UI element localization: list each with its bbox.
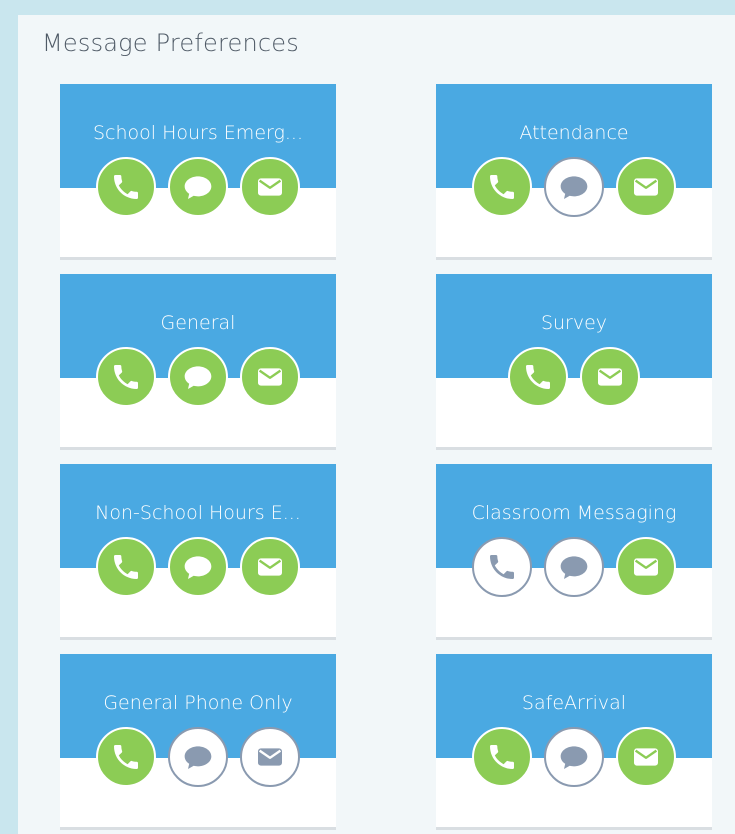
preference-card: SafeArrival [436, 654, 712, 830]
email-toggle-button[interactable] [616, 537, 676, 597]
envelope-icon [630, 551, 662, 583]
sms-toggle-button[interactable] [168, 347, 228, 407]
message-preferences-panel: Message Preferences School Hours Emerg..… [18, 15, 735, 834]
channel-toggles [436, 537, 712, 597]
channel-toggles [436, 157, 712, 217]
envelope-icon [594, 361, 626, 393]
sms-toggle-button[interactable] [544, 537, 604, 597]
sms-toggle-button[interactable] [544, 727, 604, 787]
envelope-icon [254, 741, 286, 773]
sms-toggle-button[interactable] [544, 157, 604, 217]
channel-toggles [60, 157, 336, 217]
chat-bubble-icon [182, 741, 214, 773]
phone-icon [110, 361, 142, 393]
email-toggle-button[interactable] [616, 157, 676, 217]
chat-bubble-icon [558, 171, 590, 203]
envelope-icon [254, 171, 286, 203]
phone-toggle-button[interactable] [472, 727, 532, 787]
channel-toggles [60, 727, 336, 787]
channel-toggles [436, 347, 712, 407]
chat-bubble-icon [182, 171, 214, 203]
card-title: Attendance [519, 122, 629, 144]
phone-icon [110, 551, 142, 583]
phone-icon [486, 741, 518, 773]
sms-toggle-button[interactable] [168, 727, 228, 787]
card-title: Non-School Hours E... [95, 502, 301, 524]
phone-toggle-button[interactable] [508, 347, 568, 407]
phone-icon [522, 361, 554, 393]
card-title: Classroom Messaging [471, 502, 677, 524]
preference-card: Non-School Hours E... [60, 464, 336, 640]
preference-card: School Hours Emerg... [60, 84, 336, 260]
phone-icon [110, 741, 142, 773]
preference-card: General [60, 274, 336, 450]
envelope-icon [254, 361, 286, 393]
phone-toggle-button[interactable] [96, 537, 156, 597]
chat-bubble-icon [182, 551, 214, 583]
email-toggle-button[interactable] [240, 157, 300, 217]
sms-toggle-button[interactable] [168, 157, 228, 217]
chat-bubble-icon [558, 551, 590, 583]
phone-icon [486, 551, 518, 583]
email-toggle-button[interactable] [616, 727, 676, 787]
envelope-icon [254, 551, 286, 583]
phone-toggle-button[interactable] [96, 347, 156, 407]
preference-card: Classroom Messaging [436, 464, 712, 640]
envelope-icon [630, 171, 662, 203]
channel-toggles [60, 347, 336, 407]
channel-toggles [436, 727, 712, 787]
card-title: SafeArrival [521, 692, 627, 714]
email-toggle-button[interactable] [240, 537, 300, 597]
phone-toggle-button[interactable] [96, 727, 156, 787]
preference-card: Survey [436, 274, 712, 450]
card-title: General Phone Only [103, 692, 293, 714]
phone-toggle-button[interactable] [96, 157, 156, 217]
phone-toggle-button[interactable] [472, 537, 532, 597]
card-title: Survey [540, 312, 608, 334]
preference-card: General Phone Only [60, 654, 336, 830]
email-toggle-button[interactable] [240, 727, 300, 787]
channel-toggles [60, 537, 336, 597]
card-title: General [160, 312, 236, 334]
preference-card: Attendance [436, 84, 712, 260]
email-toggle-button[interactable] [240, 347, 300, 407]
phone-icon [110, 171, 142, 203]
envelope-icon [630, 741, 662, 773]
chat-bubble-icon [558, 741, 590, 773]
sms-toggle-button[interactable] [168, 537, 228, 597]
page-title: Message Preferences [42, 29, 299, 57]
phone-toggle-button[interactable] [472, 157, 532, 217]
email-toggle-button[interactable] [580, 347, 640, 407]
phone-icon [486, 171, 518, 203]
chat-bubble-icon [182, 361, 214, 393]
card-title: School Hours Emerg... [92, 122, 304, 144]
